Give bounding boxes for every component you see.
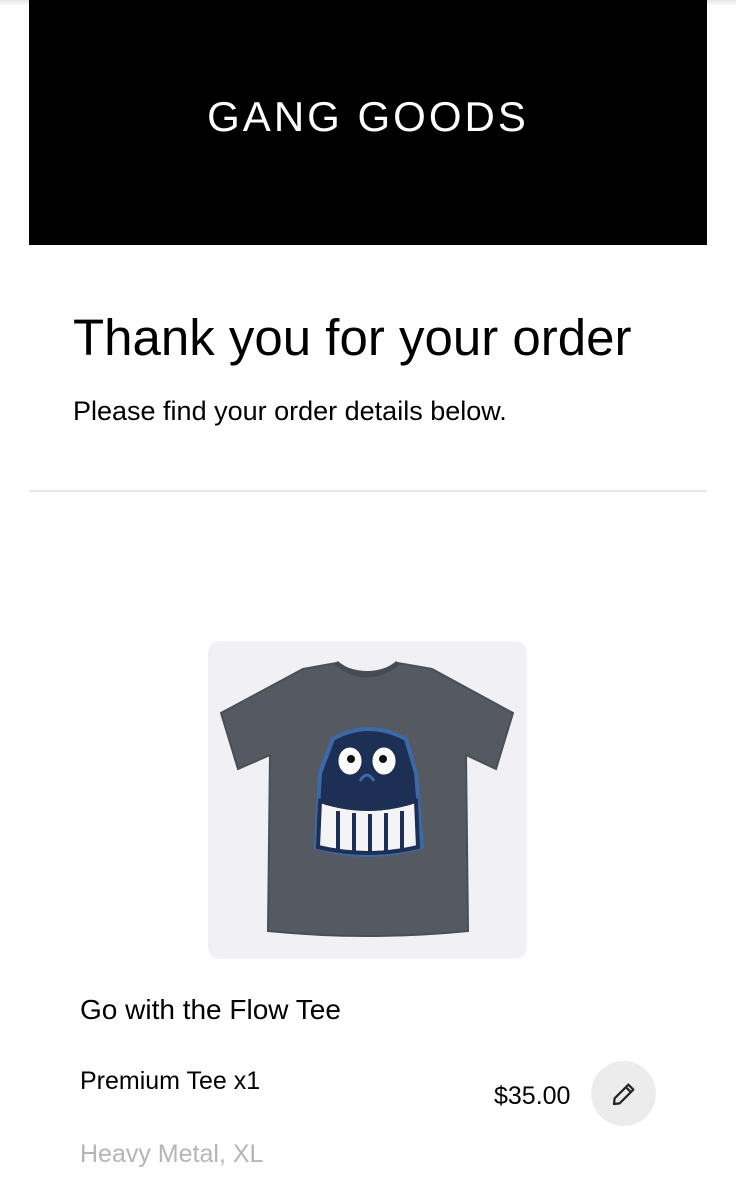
product-image: [208, 641, 527, 959]
edit-item-button[interactable]: [591, 1061, 656, 1126]
order-confirmation-page: GANG GOODS Thank you for your order Plea…: [0, 0, 736, 1200]
section-divider: [29, 490, 707, 492]
product-price: $35.00: [494, 1082, 571, 1110]
pencil-icon: [612, 1083, 634, 1105]
tshirt-icon: [219, 660, 515, 937]
product-name[interactable]: Go with the Flow Tee: [80, 994, 341, 1026]
brand-banner: GANG GOODS: [29, 0, 707, 245]
page-title: Thank you for your order: [73, 309, 632, 366]
page-subtitle: Please find your order details below.: [73, 396, 507, 426]
product-variant: Premium Tee x1: [80, 1067, 261, 1095]
brand-name: GANG GOODS: [207, 92, 529, 140]
product-options: Heavy Metal, XL: [80, 1140, 264, 1168]
